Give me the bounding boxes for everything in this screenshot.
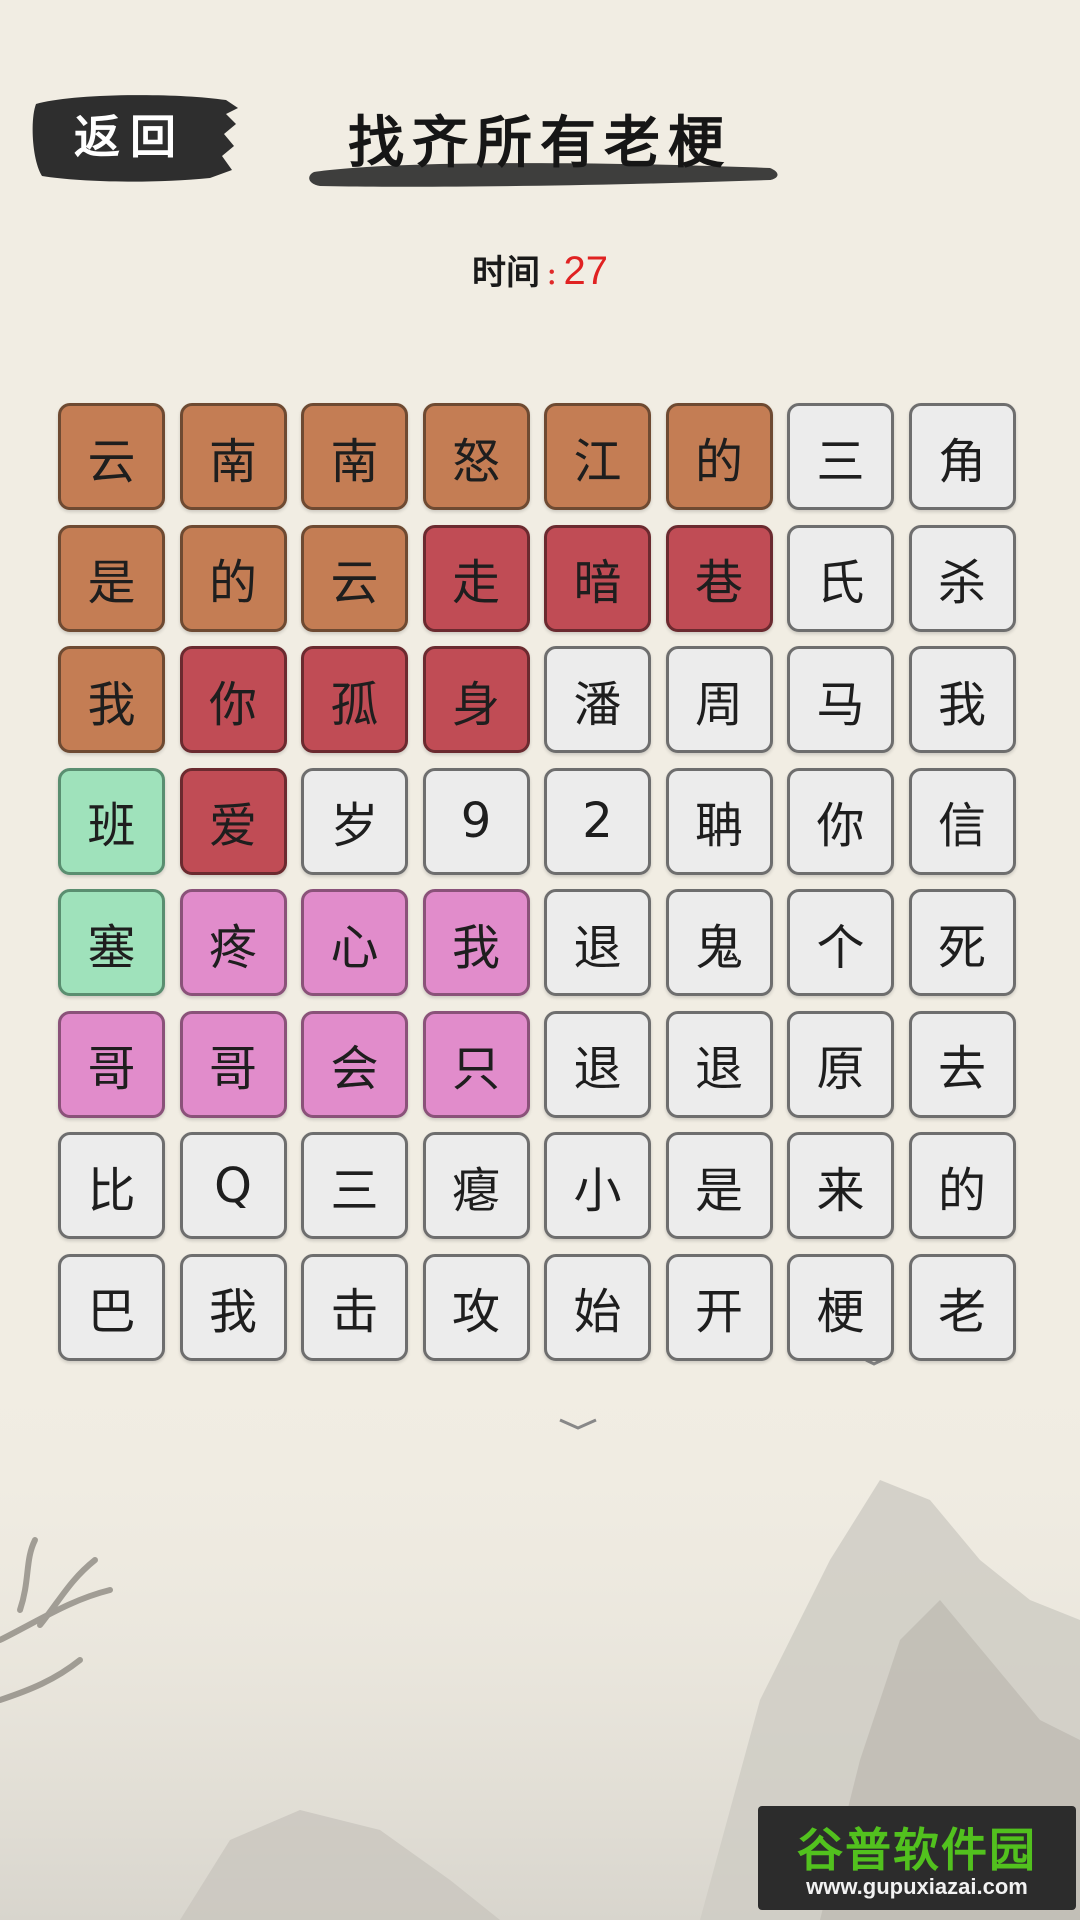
grid-cell[interactable]: 岁 [301, 767, 408, 875]
grid-cell[interactable]: 攻 [422, 1253, 530, 1361]
grid-cell[interactable]: 是 [665, 1132, 773, 1239]
grid-cell[interactable]: 比 [58, 1132, 165, 1239]
grid-cell[interactable]: 塞 [58, 889, 165, 996]
watermark-site: www.gupuxiazai.com [806, 1874, 1028, 1899]
grid-cell[interactable]: 南 [179, 403, 287, 510]
grid-cell[interactable]: 你 [179, 646, 287, 753]
grid-cell[interactable]: 来 [787, 1132, 894, 1239]
grid-cell[interactable]: 原 [787, 1010, 894, 1118]
grid-cell[interactable]: 个 [787, 889, 894, 996]
page-title: 找齐所有老梗 [348, 110, 732, 176]
grid-cell[interactable]: Q [179, 1132, 287, 1239]
grid-cell[interactable]: 小 [544, 1132, 651, 1239]
grid-cell[interactable]: 聃 [665, 767, 773, 875]
grid-cell[interactable]: 是 [58, 524, 165, 632]
grid-cell[interactable]: 老 [908, 1253, 1016, 1361]
grid-cell[interactable]: 信 [908, 767, 1016, 875]
grid-cell[interactable]: 梗 [787, 1253, 894, 1361]
grid-cell[interactable]: 孤 [301, 646, 408, 753]
grid-cell[interactable]: 你 [787, 767, 894, 875]
grid-cell[interactable]: 周 [665, 646, 773, 753]
grid-cell[interactable]: 会 [301, 1010, 408, 1118]
grid-cell[interactable]: 暗 [544, 524, 651, 632]
watermark-logo: 谷普软件园 www.gupuxiazai.com [758, 1806, 1076, 1910]
grid-cell[interactable]: 2 [544, 767, 651, 875]
grid-cell[interactable]: 退 [544, 889, 651, 996]
grid-cell[interactable]: 潘 [544, 646, 651, 753]
grid-cell[interactable]: 巷 [665, 524, 773, 632]
grid-cell[interactable]: 氏 [787, 524, 894, 632]
grid-cell[interactable]: 爱 [179, 767, 287, 875]
grid-cell[interactable]: 疼 [179, 889, 287, 996]
timer: 时间:27 [0, 245, 1080, 305]
grid-cell[interactable]: 杀 [908, 524, 1016, 632]
grid-cell[interactable]: 去 [908, 1010, 1016, 1118]
grid-cell[interactable]: 我 [179, 1253, 287, 1361]
grid-cell[interactable]: 退 [665, 1010, 773, 1118]
grid-cell[interactable]: 始 [544, 1253, 651, 1361]
grid-cell[interactable]: 身 [422, 646, 530, 753]
page-title-area: 找齐所有老梗 [300, 90, 800, 200]
grid-cell[interactable]: 击 [301, 1253, 408, 1361]
grid-cell[interactable]: 马 [787, 646, 894, 753]
grid-cell[interactable]: 退 [544, 1010, 651, 1118]
grid-cell[interactable]: 我 [422, 889, 530, 996]
grid-cell[interactable]: 的 [665, 403, 773, 510]
watermark-brand: 谷普软件园 [797, 1823, 1037, 1877]
grid-cell[interactable]: 的 [908, 1132, 1016, 1239]
grid-cell[interactable]: 瘪 [422, 1132, 530, 1239]
grid-cell[interactable]: 云 [58, 403, 165, 510]
grid-cell[interactable]: 走 [422, 524, 530, 632]
grid-cell[interactable]: 三 [301, 1132, 408, 1239]
grid-cell[interactable]: 哥 [179, 1010, 287, 1118]
grid-cell[interactable]: 只 [422, 1010, 530, 1118]
timer-label: 时间 [472, 253, 541, 293]
grid-cell[interactable]: 死 [908, 889, 1016, 996]
timer-value: 27 [563, 249, 608, 293]
grid-cell[interactable]: 南 [301, 403, 408, 510]
grid-cell[interactable]: 巴 [58, 1253, 165, 1361]
grid-cell[interactable]: 怒 [422, 403, 530, 510]
grid-cell[interactable]: 江 [544, 403, 651, 510]
grid-cell[interactable]: 角 [908, 403, 1016, 510]
grid-cell[interactable]: 9 [422, 767, 530, 875]
grid-cell[interactable]: 云 [301, 524, 408, 632]
grid-cell[interactable]: 我 [908, 646, 1016, 753]
grid-cell[interactable]: 鬼 [665, 889, 773, 996]
back-button-label: 返回 [74, 110, 186, 164]
timer-separator: : [546, 253, 558, 293]
grid-cell[interactable]: 开 [665, 1253, 773, 1361]
grid-cell[interactable]: 班 [58, 767, 165, 875]
grid-cell[interactable]: 我 [58, 646, 165, 753]
grid-cell[interactable]: 三 [787, 403, 894, 510]
grid-cell[interactable]: 的 [179, 524, 287, 632]
grid-cell[interactable]: 心 [301, 889, 408, 996]
word-grid: 云 南 南 怒 江 的 三 角 是 的 云 走 暗 巷 氏 杀 我 你 孤 身 … [58, 403, 1022, 1361]
grid-cell[interactable]: 哥 [58, 1010, 165, 1118]
back-button[interactable]: 返回 [30, 90, 240, 185]
